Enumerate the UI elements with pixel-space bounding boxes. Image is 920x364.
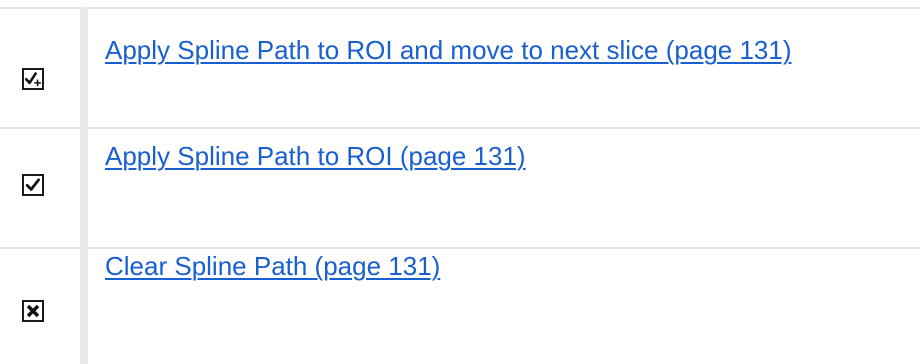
apply-and-next-icon[interactable] xyxy=(22,68,44,90)
apply-spline-link[interactable]: Apply Spline Path to ROI (page 131) xyxy=(105,141,526,171)
clear-spline-link[interactable]: Clear Spline Path (page 131) xyxy=(105,251,440,281)
table-row: Clear Spline Path (page 131) xyxy=(0,249,920,364)
icon-cell xyxy=(0,249,80,364)
icon-cell xyxy=(0,9,80,127)
link-cell: Clear Spline Path (page 131) xyxy=(105,251,440,281)
link-cell: Apply Spline Path to ROI (page 131) xyxy=(105,141,526,171)
toolbar-reference-table: Apply Spline Path to ROI and move to nex… xyxy=(0,0,920,364)
table-row: Apply Spline Path to ROI and move to nex… xyxy=(0,9,920,127)
link-cell: Apply Spline Path to ROI and move to nex… xyxy=(105,35,792,65)
icon-cell xyxy=(0,129,80,247)
apply-spline-next-slice-link[interactable]: Apply Spline Path to ROI and move to nex… xyxy=(105,35,792,65)
check-icon[interactable] xyxy=(22,174,44,196)
table-row: Apply Spline Path to ROI (page 131) xyxy=(0,129,920,247)
clear-x-icon[interactable] xyxy=(22,300,44,322)
